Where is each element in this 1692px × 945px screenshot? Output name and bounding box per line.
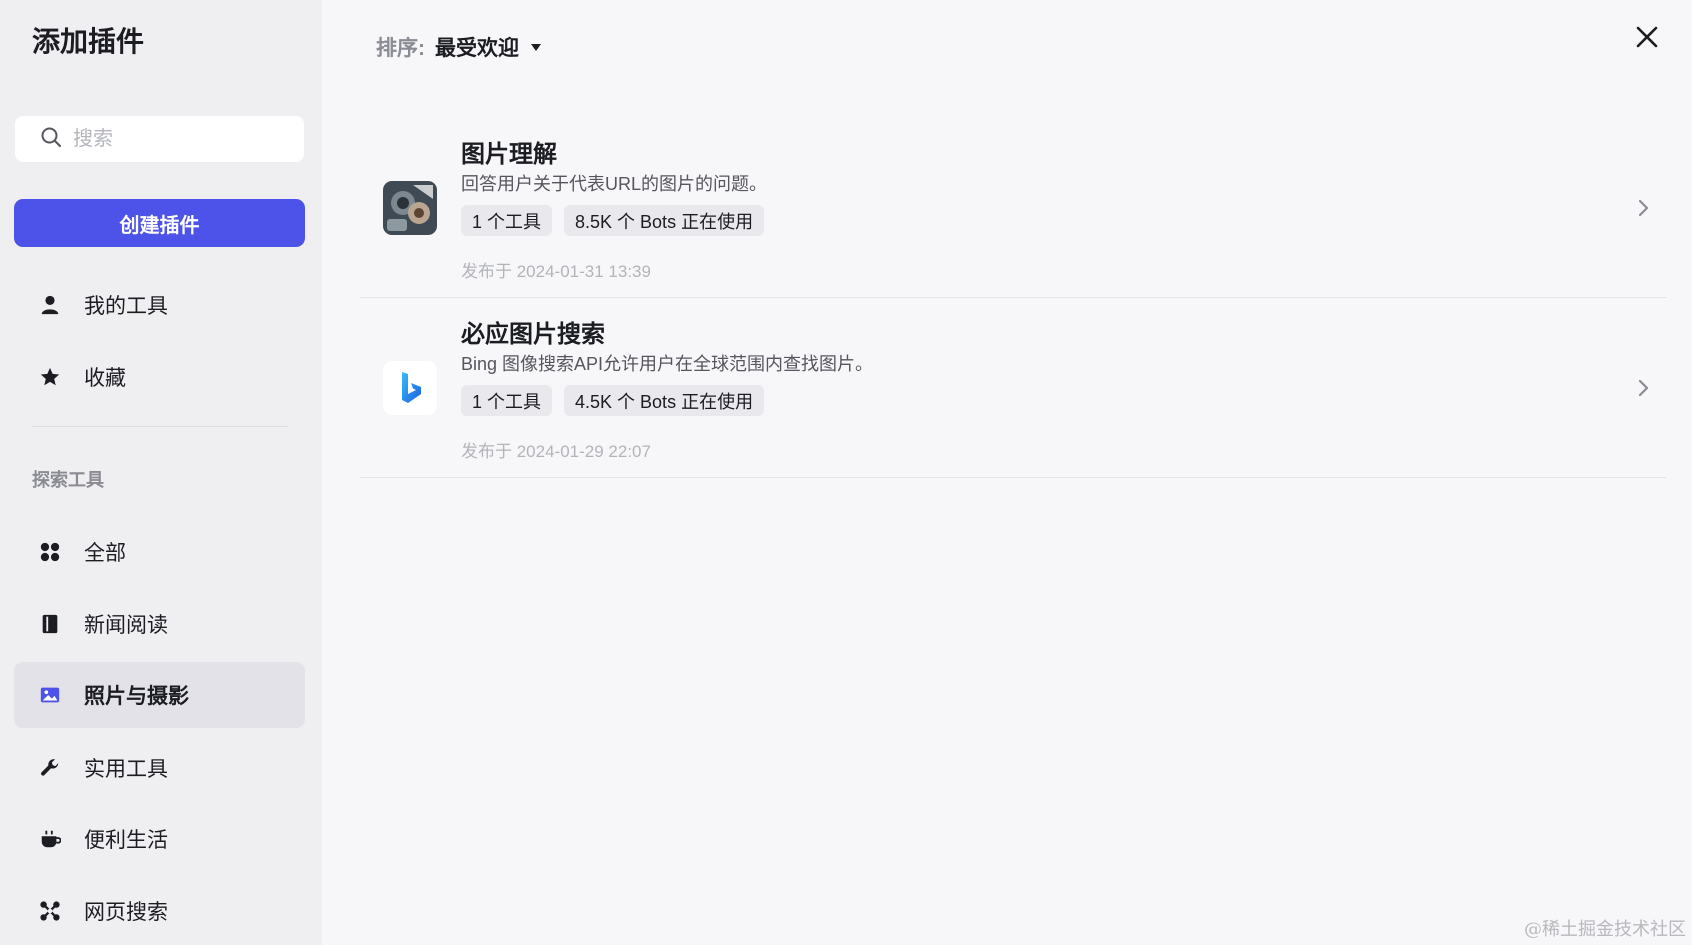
bing-icon <box>383 361 437 415</box>
star-icon <box>38 365 62 389</box>
nav-item-utilities[interactable]: 实用工具 <box>14 735 305 801</box>
watermark: @稀土掘金技术社区 <box>1524 919 1686 940</box>
nav-item-favorites[interactable]: 收藏 <box>14 344 305 410</box>
sidebar-title: 添加插件 <box>32 26 145 57</box>
nav-item-label: 实用工具 <box>84 758 168 781</box>
plugin-description: Bing 图像搜索API允许用户在全球范围内查找图片。 <box>461 354 874 374</box>
network-icon <box>38 899 62 923</box>
plugin-list-item[interactable]: 必应图片搜索 Bing 图像搜索API允许用户在全球范围内查找图片。 1 个工具… <box>360 298 1666 478</box>
sort-value[interactable]: 最受欢迎 <box>435 32 519 62</box>
image-icon <box>38 683 62 707</box>
plugin-tags: 1 个工具 8.5K 个 Bots 正在使用 <box>461 205 776 236</box>
tool-count-badge: 1 个工具 <box>461 205 553 236</box>
sidebar: 添加插件 创建插件 我的工具 收藏 探索工具 全部 新闻阅读 <box>0 0 322 945</box>
close-icon[interactable] <box>1634 24 1660 50</box>
cup-icon <box>38 827 62 851</box>
nav-item-label: 全部 <box>84 542 126 565</box>
nav-item-photo-photography[interactable]: 照片与摄影 <box>14 662 305 728</box>
nav-item-my-tools[interactable]: 我的工具 <box>14 272 305 338</box>
sidebar-divider <box>32 426 288 427</box>
nav-item-label: 收藏 <box>84 367 126 390</box>
nav-item-news-reading[interactable]: 新闻阅读 <box>14 591 305 657</box>
search-box[interactable] <box>15 116 304 162</box>
nav-item-label: 我的工具 <box>84 295 168 318</box>
chevron-right-icon[interactable] <box>1635 376 1653 400</box>
search-icon <box>39 125 63 154</box>
create-plugin-button[interactable]: 创建插件 <box>14 199 305 247</box>
sort-dropdown[interactable]: 排序: 最受欢迎 <box>376 32 543 62</box>
caret-down-icon <box>531 44 541 51</box>
book-icon <box>38 612 62 636</box>
nav-item-label: 便利生活 <box>84 829 168 852</box>
image-understanding-icon <box>383 181 437 235</box>
plugin-tags: 1 个工具 4.5K 个 Bots 正在使用 <box>461 385 776 416</box>
search-input[interactable] <box>73 127 293 151</box>
nav-item-web-search[interactable]: 网页搜索 <box>14 878 305 944</box>
nav-item-label: 新闻阅读 <box>84 614 168 637</box>
wrench-icon <box>38 756 62 780</box>
main-panel: 排序: 最受欢迎 图片理解 回答用户关于代表URL的图片的问题。 1 个工具 8… <box>322 0 1692 945</box>
nav-item-all[interactable]: 全部 <box>14 519 305 585</box>
bot-usage-badge: 4.5K 个 Bots 正在使用 <box>564 385 765 416</box>
grid-icon <box>38 540 62 564</box>
plugin-list-item[interactable]: 图片理解 回答用户关于代表URL的图片的问题。 1 个工具 8.5K 个 Bot… <box>360 118 1666 298</box>
bot-usage-badge: 8.5K 个 Bots 正在使用 <box>564 205 765 236</box>
explore-section-label: 探索工具 <box>32 470 104 490</box>
plugin-name: 图片理解 <box>461 141 557 168</box>
nav-item-label: 网页搜索 <box>84 901 168 924</box>
chevron-right-icon[interactable] <box>1635 196 1653 220</box>
nav-item-convenient-life[interactable]: 便利生活 <box>14 806 305 872</box>
user-icon <box>38 293 62 317</box>
plugin-publish-date: 发布于 2024-01-29 22:07 <box>461 442 651 461</box>
plugin-name: 必应图片搜索 <box>461 321 605 348</box>
plugin-description: 回答用户关于代表URL的图片的问题。 <box>461 174 768 194</box>
tool-count-badge: 1 个工具 <box>461 385 553 416</box>
nav-item-label: 照片与摄影 <box>84 685 189 708</box>
plugin-publish-date: 发布于 2024-01-31 13:39 <box>461 262 651 281</box>
sort-label: 排序: <box>376 37 425 60</box>
